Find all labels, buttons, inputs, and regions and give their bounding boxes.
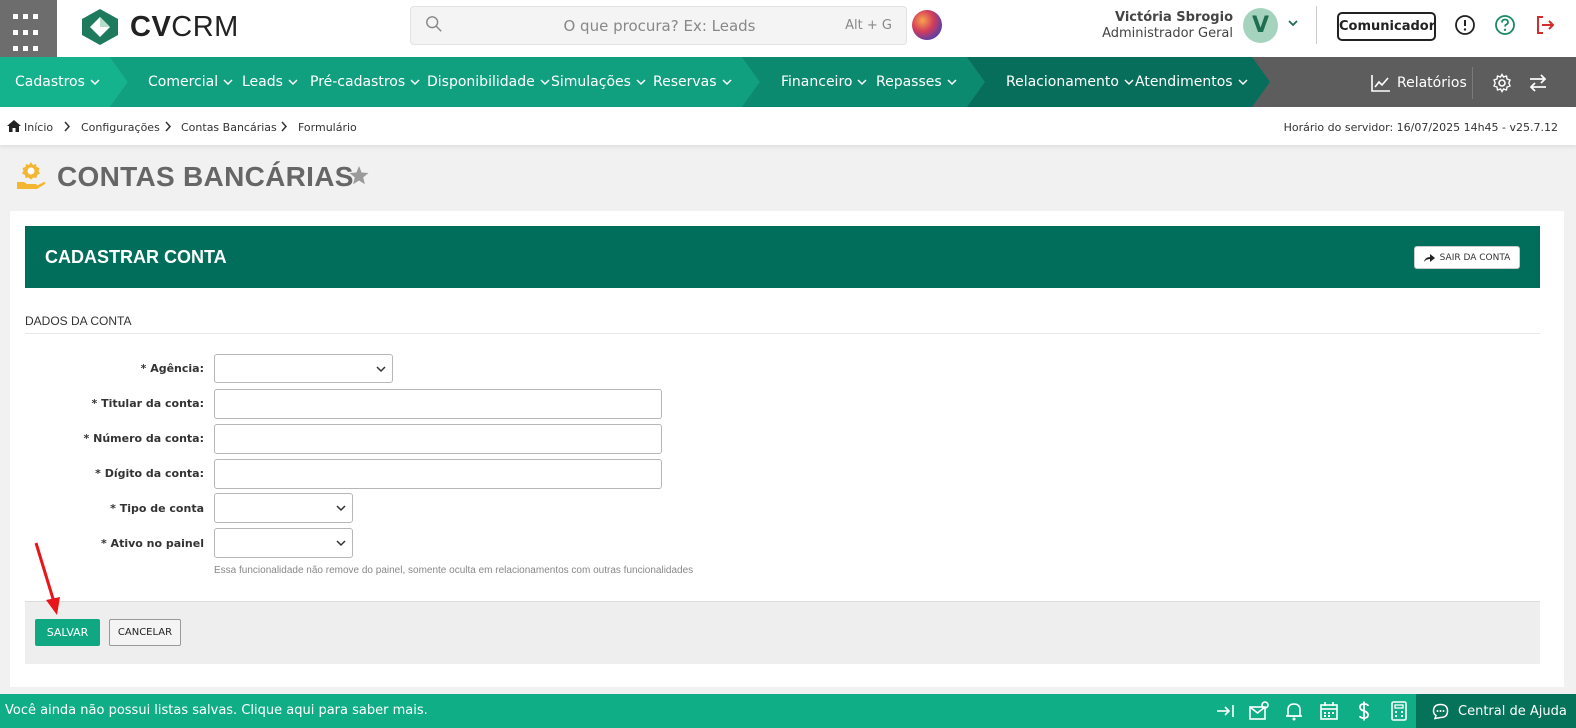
nav-item-financeiro[interactable]: Financeiro [781, 74, 867, 90]
chevron-down-icon [540, 79, 550, 86]
titular-label: * Titular da conta: [91, 397, 204, 410]
breadcrumb: Início Configurações Contas Bancárias Fo… [0, 107, 1576, 145]
exit-account-button[interactable]: SAIR DA CONTA [1414, 246, 1520, 269]
ativo-painel-select[interactable] [214, 528, 353, 558]
chevron-down-icon [410, 79, 420, 86]
tipo-conta-select[interactable] [214, 493, 353, 523]
nav-item-disponibilidade[interactable]: Disponibilidade [427, 74, 550, 90]
saved-lists-message[interactable]: Você ainda não possui listas salvas. Cli… [5, 703, 428, 718]
chevron-down-icon [1238, 79, 1248, 86]
bell-icon[interactable] [1284, 701, 1304, 721]
chevron-down-icon[interactable] [1287, 18, 1299, 28]
page-title: CONTAS BANCÁRIAS [57, 161, 354, 192]
agencia-label: * Agência: [140, 362, 204, 375]
chevron-down-icon [288, 79, 298, 86]
dollar-icon[interactable] [1354, 701, 1374, 721]
save-button[interactable]: SALVAR [35, 619, 100, 646]
top-bar: CVCRM O que procura? Ex: Leads Alt + G V… [0, 0, 1576, 57]
digito-label: * Dígito da conta: [95, 467, 204, 480]
user-role: Administrador Geral [1102, 26, 1233, 41]
tipo-label: * Tipo de conta [110, 502, 204, 515]
nav-item-comercial[interactable]: Comercial [148, 74, 233, 90]
red-arrow-annotation-icon [34, 542, 60, 615]
calculator-icon[interactable] [1389, 701, 1409, 721]
chevron-down-icon [336, 540, 346, 547]
breadcrumb-formulario: Formulário [298, 121, 357, 134]
communicator-button[interactable]: Comunicador [1337, 12, 1436, 41]
help-icon[interactable] [1494, 14, 1516, 36]
chevron-down-icon [857, 79, 867, 86]
star-favorite-icon[interactable] [349, 166, 369, 185]
calendar-icon[interactable] [1319, 701, 1339, 721]
nav-item-cadastros[interactable]: Cadastros [15, 74, 100, 90]
help-center-label: Central de Ajuda [1458, 703, 1567, 719]
breadcrumb-contas-bancarias[interactable]: Contas Bancárias [181, 121, 277, 134]
exit-account-label: SAIR DA CONTA [1439, 252, 1511, 263]
cv-logo-icon [82, 9, 118, 45]
main-navigation: Cadastros Comercial Leads Pré-cadastros … [0, 57, 1576, 107]
nav-item-relacionamento[interactable]: Relacionamento [1006, 74, 1134, 90]
digito-input[interactable] [214, 459, 662, 489]
chevron-down-icon [336, 505, 346, 512]
breadcrumb-home[interactable]: Início [24, 121, 53, 134]
brand-logo[interactable]: CVCRM [80, 6, 239, 48]
nav-item-repasses[interactable]: Repasses [876, 74, 957, 90]
card-title: CADASTRAR CONTA [45, 247, 227, 267]
brand-name: CVCRM [130, 10, 239, 43]
nav-item-reservas[interactable]: Reservas [653, 74, 732, 90]
chevron-down-icon [376, 366, 386, 373]
chevron-right-icon [64, 121, 71, 132]
breadcrumb-configuracoes[interactable]: Configurações [81, 121, 160, 134]
form-actions [25, 601, 1540, 664]
cancel-button[interactable]: CANCELAR [109, 619, 181, 646]
search-shortcut-hint: Alt + G [845, 18, 892, 33]
chevron-right-icon [165, 121, 172, 132]
nav-item-pre-cadastros[interactable]: Pré-cadastros [310, 74, 420, 90]
nav-item-simulacoes[interactable]: Simulações [551, 74, 646, 90]
help-center-button[interactable]: Central de Ajuda [1416, 694, 1576, 728]
gear-icon[interactable] [1492, 73, 1512, 93]
nav-item-leads[interactable]: Leads [242, 74, 298, 90]
logout-icon[interactable] [1534, 14, 1556, 36]
chevron-down-icon [1124, 79, 1134, 86]
bottom-bar: Você ainda não possui listas salvas. Cli… [0, 694, 1576, 728]
apps-grid-icon[interactable] [0, 0, 57, 57]
divider [25, 333, 1540, 334]
section-title: DADOS DA CONTA [25, 314, 132, 328]
chevron-down-icon [223, 79, 233, 86]
chevron-down-icon [636, 79, 646, 86]
chart-line-icon [1371, 75, 1390, 92]
numero-input[interactable] [214, 424, 662, 454]
swap-arrows-icon[interactable] [1528, 73, 1548, 93]
chevron-right-icon [281, 121, 288, 132]
agencia-select[interactable] [214, 354, 393, 383]
server-time: Horário do servidor: 16/07/2025 14h45 - … [1283, 121, 1558, 134]
user-info[interactable]: Victória Sbrogio Administrador Geral [1102, 10, 1233, 41]
reports-link[interactable]: Relatórios [1371, 74, 1467, 92]
share-arrow-icon [1423, 253, 1435, 262]
chevron-down-icon [722, 79, 732, 86]
divider [1316, 6, 1317, 44]
numero-label: * Número da conta: [83, 432, 204, 445]
titular-input[interactable] [214, 389, 662, 419]
chat-bubble-icon [1432, 703, 1449, 719]
home-icon[interactable] [7, 120, 21, 132]
info-icon[interactable] [1454, 14, 1476, 36]
global-search[interactable]: O que procura? Ex: Leads Alt + G [410, 6, 907, 45]
settings-module-icon [17, 162, 46, 189]
arrow-to-right-icon[interactable] [1215, 701, 1235, 721]
ai-assistant-orb-icon[interactable] [912, 10, 942, 40]
card-header: CADASTRAR CONTA SAIR DA CONTA [25, 226, 1540, 288]
user-name: Victória Sbrogio [1114, 10, 1233, 25]
avatar[interactable]: V [1243, 8, 1278, 43]
chevron-down-icon [947, 79, 957, 86]
mail-notification-icon[interactable] [1249, 701, 1269, 721]
help-text: Essa funcionalidade não remove do painel… [214, 565, 694, 576]
divider [1472, 67, 1473, 99]
search-placeholder: O que procura? Ex: Leads [563, 17, 756, 35]
nav-item-atendimentos[interactable]: Atendimentos [1135, 74, 1248, 90]
chevron-down-icon [90, 79, 100, 86]
